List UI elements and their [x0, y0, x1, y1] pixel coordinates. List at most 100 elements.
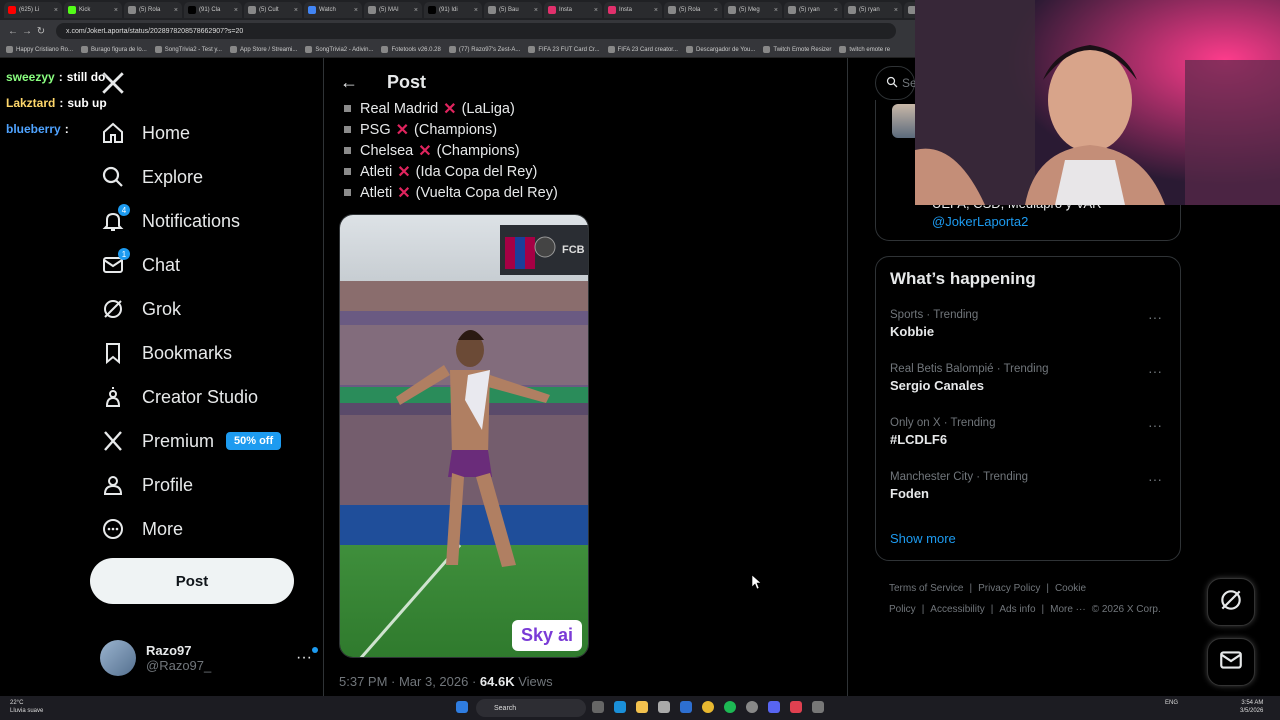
tab-close-icon[interactable]: ×: [54, 7, 58, 14]
browser-tab[interactable]: (5) Rola ×: [664, 2, 722, 18]
tab-close-icon[interactable]: ×: [894, 7, 898, 14]
search-input[interactable]: Se: [875, 66, 917, 100]
mail-app-icon[interactable]: [680, 701, 692, 713]
nav-item-explore[interactable]: Explore: [100, 159, 203, 195]
browser-tab[interactable]: (5) Meg ×: [724, 2, 782, 18]
page-title: Post: [387, 72, 427, 92]
tab-close-icon[interactable]: ×: [534, 7, 538, 14]
chrome-icon[interactable]: [702, 701, 714, 713]
browser-tab[interactable]: (5) MAI ×: [364, 2, 422, 18]
start-icon[interactable]: [456, 701, 468, 713]
back-arrow-icon[interactable]: ←: [340, 72, 358, 93]
trend-item[interactable]: Sports · Trending Kobbie ···: [890, 309, 1170, 339]
more-options-icon[interactable]: ···: [1148, 309, 1162, 325]
bookmark-item[interactable]: Fotetools v26.0.28: [381, 46, 441, 53]
footer-link[interactable]: Accessibility: [930, 604, 984, 615]
tab-close-icon[interactable]: ×: [714, 7, 718, 14]
nav-item-bookmarks[interactable]: Bookmarks: [100, 335, 232, 371]
discord-icon[interactable]: [768, 701, 780, 713]
nav-item-grok[interactable]: Grok: [100, 291, 181, 327]
tab-close-icon[interactable]: ×: [594, 7, 598, 14]
bookmark-item[interactable]: SongTrivia2 - Test y...: [154, 46, 222, 53]
trend-item[interactable]: Manchester City · Trending Foden ···: [890, 471, 1170, 501]
reload-icon[interactable]: ↻: [34, 26, 48, 37]
explorer-icon[interactable]: [636, 701, 648, 713]
tab-close-icon[interactable]: ×: [414, 7, 418, 14]
browser-tab[interactable]: (91) Idi ×: [424, 2, 482, 18]
browser-tab[interactable]: Kick ×: [64, 2, 122, 18]
tab-favicon-icon: [308, 6, 316, 14]
footer-link[interactable]: Privacy Policy: [978, 583, 1040, 594]
tab-close-icon[interactable]: ×: [774, 7, 778, 14]
browser-tab[interactable]: (5) Cult ×: [244, 2, 302, 18]
footer-link[interactable]: Ads info: [999, 604, 1035, 615]
trend-item[interactable]: Real Betis Balompié · Trending Sergio Can…: [890, 363, 1170, 393]
browser-tab[interactable]: (5) Bau ×: [484, 2, 542, 18]
browser-tab[interactable]: (625) Li ×: [4, 2, 62, 18]
footer-link[interactable]: Terms of Service: [889, 583, 963, 594]
browser-tab[interactable]: Watch ×: [304, 2, 362, 18]
bookmark-item[interactable]: SongTrivia2 - Adivin...: [305, 46, 373, 53]
tab-close-icon[interactable]: ×: [654, 7, 658, 14]
show-more-link[interactable]: Show more: [890, 531, 956, 546]
browser-tab[interactable]: Insta ×: [544, 2, 602, 18]
tab-close-icon[interactable]: ×: [294, 7, 298, 14]
back-nav-icon[interactable]: ←: [6, 26, 20, 37]
nav-item-creator-studio[interactable]: Creator Studio: [100, 379, 258, 415]
trend-item[interactable]: Only on X · Trending #LCDLF6 ···: [890, 417, 1170, 447]
bookmark-item[interactable]: FIFA 23 Card creator...: [607, 46, 678, 53]
post-button[interactable]: Post: [90, 558, 294, 604]
footer-link[interactable]: More ···: [1050, 604, 1086, 615]
browser-tab[interactable]: (5) Rola ×: [124, 2, 182, 18]
more-options-icon[interactable]: ···: [1148, 471, 1162, 487]
obs-icon[interactable]: [746, 701, 758, 713]
more-options-icon[interactable]: ···: [1148, 363, 1162, 379]
bookmark-item[interactable]: Happy Cristiano Ro...: [6, 46, 73, 53]
bookmark-item[interactable]: App Store / Streami...: [229, 46, 297, 53]
bookmark-item[interactable]: Twitch Emote Resizer: [763, 46, 831, 53]
nav-item-home[interactable]: Home: [100, 115, 190, 151]
tab-close-icon[interactable]: ×: [354, 7, 358, 14]
address-bar[interactable]: x.com/JokerLaporta/status/20289782085786…: [56, 23, 896, 39]
tab-close-icon[interactable]: ×: [834, 7, 838, 14]
card-handle-link[interactable]: @JokerLaporta2: [932, 214, 1028, 229]
system-tray-lang[interactable]: ENG: [1165, 700, 1178, 706]
nav-item-chat[interactable]: 1 Chat: [100, 247, 180, 283]
app-icon[interactable]: [812, 701, 824, 713]
footer-link[interactable]: © 2026 X Corp.: [1092, 604, 1161, 615]
bookmark-item[interactable]: Descargador de You...: [685, 46, 755, 53]
music-icon[interactable]: [790, 701, 802, 713]
browser-tab[interactable]: (91) Cla ×: [184, 2, 242, 18]
tab-close-icon[interactable]: ×: [234, 7, 238, 14]
bookmark-item[interactable]: twitch emote re: [839, 46, 890, 53]
footer-separator: |: [1041, 604, 1045, 615]
browser-tab[interactable]: (5) ryan ×: [844, 2, 902, 18]
taskbar-clock[interactable]: 3:54 AM 3/5/2026: [1240, 699, 1263, 715]
more-options-icon[interactable]: ···: [1148, 417, 1162, 433]
post-media[interactable]: FCB Sky ai: [339, 214, 589, 658]
grok-float-button[interactable]: [1207, 578, 1255, 626]
messages-float-button[interactable]: [1207, 638, 1255, 686]
store-icon[interactable]: [658, 701, 670, 713]
nav-item-label: Premium: [142, 430, 215, 451]
nav-item-profile[interactable]: Profile: [100, 467, 193, 503]
browser-tab[interactable]: Insta ×: [604, 2, 662, 18]
weather-widget[interactable]: 22°C Lluvia suave: [10, 699, 43, 715]
bookmark-item[interactable]: Burago figura de lo...: [81, 46, 147, 53]
bookmark-item[interactable]: (77) Razo97's Zest-A...: [448, 46, 520, 53]
nav-item-more[interactable]: More: [100, 511, 183, 547]
browser-tab[interactable]: (5) ryan ×: [784, 2, 842, 18]
task-view-icon[interactable]: [592, 701, 604, 713]
nav-item-premium[interactable]: Premium 50% off: [100, 423, 282, 459]
tab-close-icon[interactable]: ×: [114, 7, 118, 14]
forward-nav-icon[interactable]: →: [20, 26, 34, 37]
account-switcher[interactable]: Razo97 @Razo97_ ···: [100, 638, 318, 678]
bookmark-item[interactable]: FIFA 23 FUT Card Cr...: [528, 46, 600, 53]
spotify-icon[interactable]: [724, 701, 736, 713]
tab-close-icon[interactable]: ×: [174, 7, 178, 14]
edge-icon[interactable]: [614, 701, 626, 713]
tab-close-icon[interactable]: ×: [474, 7, 478, 14]
taskbar-search[interactable]: Search: [476, 699, 586, 717]
more-icon[interactable]: ···: [296, 647, 318, 667]
nav-item-notifications[interactable]: 4 Notifications: [100, 203, 240, 239]
